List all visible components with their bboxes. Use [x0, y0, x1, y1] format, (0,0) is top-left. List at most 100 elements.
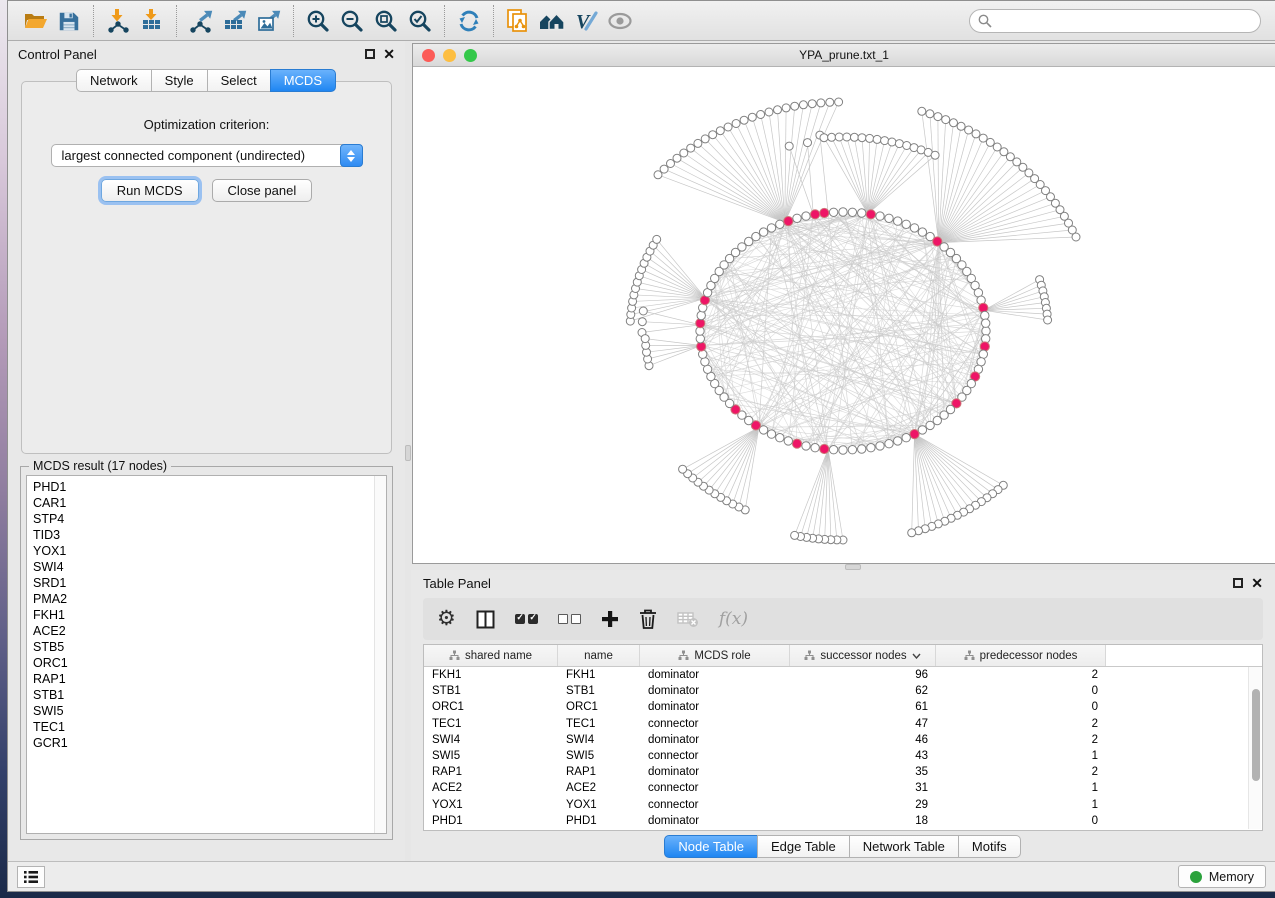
search-input[interactable] — [969, 9, 1261, 33]
import-network-icon[interactable] — [101, 4, 135, 38]
column-header-predecessor-nodes[interactable]: predecessor nodes — [936, 645, 1106, 666]
table-row[interactable]: RAP1RAP1dominator352 — [424, 764, 1262, 780]
mcds-result-item[interactable]: PMA2 — [33, 591, 386, 607]
mcds-result-item[interactable]: SWI5 — [33, 703, 386, 719]
splitter-grab-handle[interactable] — [845, 564, 861, 570]
mcds-result-item[interactable]: RAP1 — [33, 671, 386, 687]
mcds-result-item[interactable]: GCR1 — [33, 735, 386, 751]
mcds-result-item[interactable]: STP4 — [33, 511, 386, 527]
tab-edge-table[interactable]: Edge Table — [757, 835, 850, 858]
zoom-out-icon[interactable] — [335, 4, 369, 38]
new-network-from-selection-icon[interactable] — [501, 4, 535, 38]
save-session-icon[interactable] — [52, 4, 86, 38]
mcds-result-item[interactable]: YOX1 — [33, 543, 386, 559]
show-columns-icon[interactable] — [476, 606, 495, 632]
column-header-successor-nodes[interactable]: successor nodes — [790, 645, 936, 666]
table-row[interactable]: ACE2ACE2connector311 — [424, 780, 1262, 796]
network-canvas[interactable] — [413, 67, 1275, 563]
float-panel-icon[interactable] — [365, 49, 375, 59]
mcds-result-item[interactable]: CAR1 — [33, 495, 386, 511]
memory-button[interactable]: Memory — [1178, 865, 1266, 888]
tab-mcds[interactable]: MCDS — [270, 69, 336, 92]
maximize-window-icon[interactable] — [464, 49, 477, 62]
mcds-list-scrollbar[interactable] — [374, 476, 386, 833]
node-table[interactable]: shared namenameMCDS role successor nodes p… — [423, 644, 1263, 831]
table-row[interactable]: SWI5SWI5connector431 — [424, 748, 1262, 764]
select-all-checkboxes-icon[interactable] — [515, 606, 538, 632]
column-header-label: successor nodes — [820, 650, 906, 662]
control-panel-title: Control Panel — [18, 47, 97, 62]
mcds-result-item[interactable]: ACE2 — [33, 623, 386, 639]
network-graph[interactable] — [413, 67, 1275, 561]
table-row[interactable]: PHD1PHD1dominator180 — [424, 813, 1262, 829]
mcds-result-item[interactable]: STB1 — [33, 687, 386, 703]
table-row[interactable]: YOX1YOX1connector291 — [424, 797, 1262, 813]
mcds-result-item[interactable]: SWI4 — [33, 559, 386, 575]
optimization-criterion-dropdown[interactable]: largest connected component (undirected) — [51, 144, 363, 167]
export-network-icon[interactable] — [184, 4, 218, 38]
tab-select[interactable]: Select — [207, 69, 271, 92]
mcds-result-item[interactable]: SRD1 — [33, 575, 386, 591]
table-cell: 1 — [936, 780, 1106, 796]
export-table-icon[interactable] — [218, 4, 252, 38]
tab-network-table[interactable]: Network Table — [849, 835, 959, 858]
mcds-result-item[interactable]: FKH1 — [33, 607, 386, 623]
tab-network[interactable]: Network — [76, 69, 152, 92]
mcds-result-item[interactable]: PHD1 — [33, 479, 386, 495]
table-row[interactable]: TEC1TEC1connector472 — [424, 716, 1262, 732]
delete-columns-icon[interactable] — [639, 606, 657, 632]
mcds-result-item[interactable]: ORC1 — [33, 655, 386, 671]
tab-motifs[interactable]: Motifs — [958, 835, 1021, 858]
zoom-selected-icon[interactable] — [403, 4, 437, 38]
close-panel-button[interactable]: Close panel — [212, 179, 313, 202]
table-row[interactable]: FKH1FKH1dominator962 — [424, 667, 1262, 683]
column-type-icon — [964, 650, 975, 661]
open-file-icon[interactable] — [18, 4, 52, 38]
table-scrollbar-thumb[interactable] — [1252, 689, 1260, 781]
table-cell: 96 — [790, 667, 936, 683]
column-header-shared-name[interactable]: shared name — [424, 645, 558, 666]
mcds-result-list[interactable]: PHD1CAR1STP4TID3YOX1SWI4SRD1PMA2FKH1ACE2… — [26, 475, 387, 834]
table-row[interactable]: STB1STB1dominator620 — [424, 683, 1262, 699]
table-cell — [1106, 764, 1262, 780]
table-cell: 2 — [936, 732, 1106, 748]
mcds-result-item[interactable]: TID3 — [33, 527, 386, 543]
column-header-MCDS-role[interactable]: MCDS role — [640, 645, 790, 666]
table-row[interactable]: ORC1ORC1dominator610 — [424, 699, 1262, 715]
mcds-result-item[interactable]: TEC1 — [33, 719, 386, 735]
horizontal-splitter[interactable] — [411, 564, 1275, 570]
close-window-icon[interactable] — [422, 49, 435, 62]
table-cell: ACE2 — [558, 780, 640, 796]
table-cell: dominator — [640, 699, 790, 715]
column-header-name[interactable]: name — [558, 645, 640, 666]
splitter-grab-handle[interactable] — [405, 445, 411, 461]
add-column-icon[interactable] — [601, 606, 619, 632]
toolbar-separator — [293, 5, 294, 37]
minimize-window-icon[interactable] — [443, 49, 456, 62]
mcds-result-item[interactable]: STB5 — [33, 639, 386, 655]
table-settings-icon[interactable]: ⚙ — [437, 606, 456, 632]
table-panel-titlebar: Table Panel ✕ — [423, 570, 1263, 596]
show-hide-graphics-icon[interactable] — [603, 4, 637, 38]
tab-node-table[interactable]: Node Table — [664, 835, 758, 858]
vizmapper-icon[interactable]: V — [569, 4, 603, 38]
zoom-fit-icon[interactable] — [369, 4, 403, 38]
task-history-button[interactable] — [17, 866, 45, 888]
run-mcds-button[interactable]: Run MCDS — [101, 179, 199, 202]
import-table-icon[interactable] — [135, 4, 169, 38]
mcds-tab-content: Optimization criterion: largest connecte… — [21, 81, 392, 454]
table-row[interactable]: SWI4SWI4dominator462 — [424, 732, 1262, 748]
table-scrollbar[interactable] — [1248, 667, 1261, 829]
refresh-icon[interactable] — [452, 4, 486, 38]
close-panel-icon[interactable]: ✕ — [383, 49, 395, 59]
vertical-splitter[interactable] — [405, 41, 411, 861]
deselect-all-checkboxes-icon[interactable] — [558, 606, 581, 632]
first-neighbors-icon[interactable] — [535, 4, 569, 38]
table-cell: STB1 — [558, 683, 640, 699]
export-image-icon[interactable] — [252, 4, 286, 38]
close-panel-icon[interactable]: ✕ — [1251, 578, 1263, 588]
zoom-in-icon[interactable] — [301, 4, 335, 38]
table-cell: TEC1 — [424, 716, 558, 732]
float-panel-icon[interactable] — [1233, 578, 1243, 588]
tab-style[interactable]: Style — [151, 69, 208, 92]
